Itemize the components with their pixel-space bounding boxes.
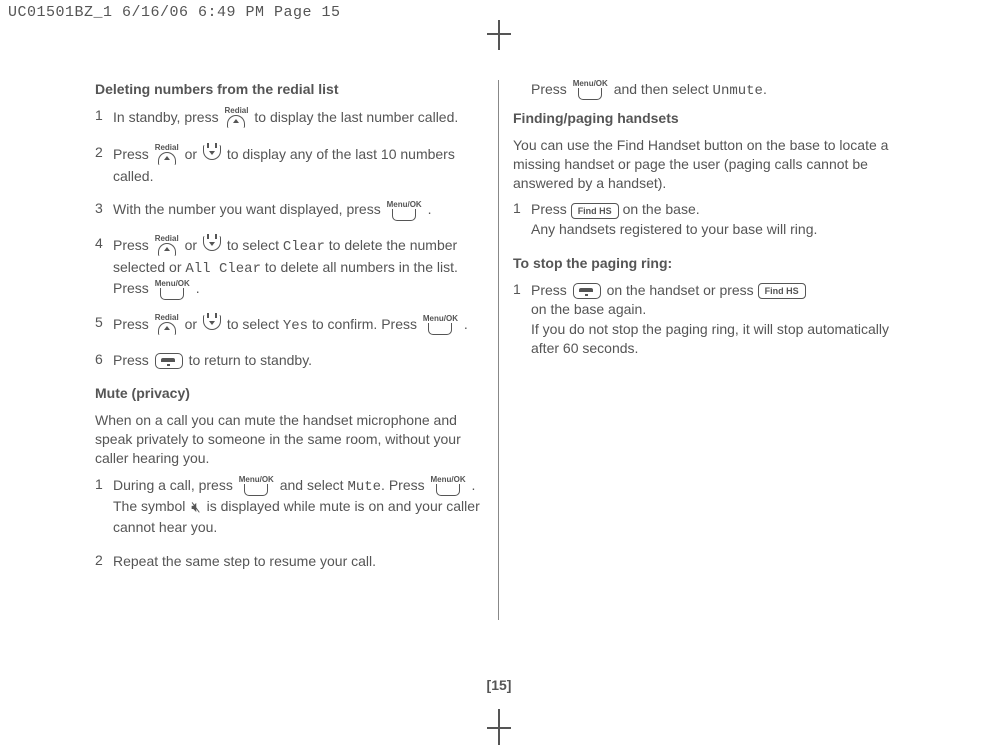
step-4: 4 Press Redial or to select Clear to del… xyxy=(95,235,485,300)
menu-ok-icon: Menu/OK xyxy=(423,315,458,335)
find-hs-button-icon: Find HS xyxy=(571,203,619,219)
find-hs-button-icon: Find HS xyxy=(758,283,806,299)
menu-option-all-clear: All Clear xyxy=(185,261,261,277)
menu-ok-icon: Menu/OK xyxy=(239,476,274,496)
menu-option-mute: Mute xyxy=(347,479,381,495)
step-3: 3 With the number you want displayed, pr… xyxy=(95,200,485,220)
heading-stop-paging: To stop the paging ring: xyxy=(513,254,903,273)
crop-mark xyxy=(487,727,511,729)
menu-ok-icon: Menu/OK xyxy=(155,280,190,300)
unmute-line: Press Menu/OK and then select Unmute. xyxy=(513,80,903,101)
redial-up-icon: Redial xyxy=(224,107,248,130)
heading-finding: Finding/paging handsets xyxy=(513,109,903,128)
nav-down-icon xyxy=(203,236,221,257)
hangup-icon xyxy=(155,353,183,369)
step-1: 1 In standby, press Redial to display th… xyxy=(95,107,485,130)
finding-intro: You can use the Find Handset button on t… xyxy=(513,136,903,193)
hangup-icon xyxy=(573,283,601,299)
page-number: [15] xyxy=(0,677,998,693)
page-content: Deleting numbers from the redial list 1 … xyxy=(95,80,903,665)
right-column: Press Menu/OK and then select Unmute. Fi… xyxy=(513,80,903,373)
step-2: 2 Press Redial or to display any of the … xyxy=(95,144,485,187)
menu-option-yes: Yes xyxy=(283,318,308,334)
menu-option-clear: Clear xyxy=(283,239,325,255)
heading-deleting: Deleting numbers from the redial list xyxy=(95,80,485,99)
find-step-1: 1 Press Find HS on the base. Any handset… xyxy=(513,200,903,239)
crop-mark xyxy=(498,20,500,50)
mute-symbol-icon: 🔇︎ xyxy=(191,497,200,518)
left-column: Deleting numbers from the redial list 1 … xyxy=(95,80,485,572)
stop-step-1: 1 Press on the handset or press Find HS … xyxy=(513,281,903,359)
redial-up-icon: Redial xyxy=(155,314,179,337)
mute-intro: When on a call you can mute the handset … xyxy=(95,411,485,468)
crop-mark xyxy=(487,33,511,35)
redial-up-icon: Redial xyxy=(155,144,179,167)
menu-ok-icon: Menu/OK xyxy=(387,201,422,221)
step-6: 6 Press to return to standby. xyxy=(95,351,485,371)
mute-step-1: 1 During a call, press Menu/OK and selec… xyxy=(95,476,485,538)
menu-option-unmute: Unmute xyxy=(713,83,763,99)
menu-ok-icon: Menu/OK xyxy=(573,80,608,100)
mute-step-2: 2 Repeat the same step to resume your ca… xyxy=(95,552,485,572)
nav-down-icon xyxy=(203,315,221,336)
heading-mute: Mute (privacy) xyxy=(95,384,485,403)
step-5: 5 Press Redial or to select Yes to confi… xyxy=(95,314,485,337)
redial-up-icon: Redial xyxy=(155,235,179,258)
nav-down-icon xyxy=(203,145,221,166)
menu-ok-icon: Menu/OK xyxy=(431,476,466,496)
column-divider xyxy=(498,80,499,620)
